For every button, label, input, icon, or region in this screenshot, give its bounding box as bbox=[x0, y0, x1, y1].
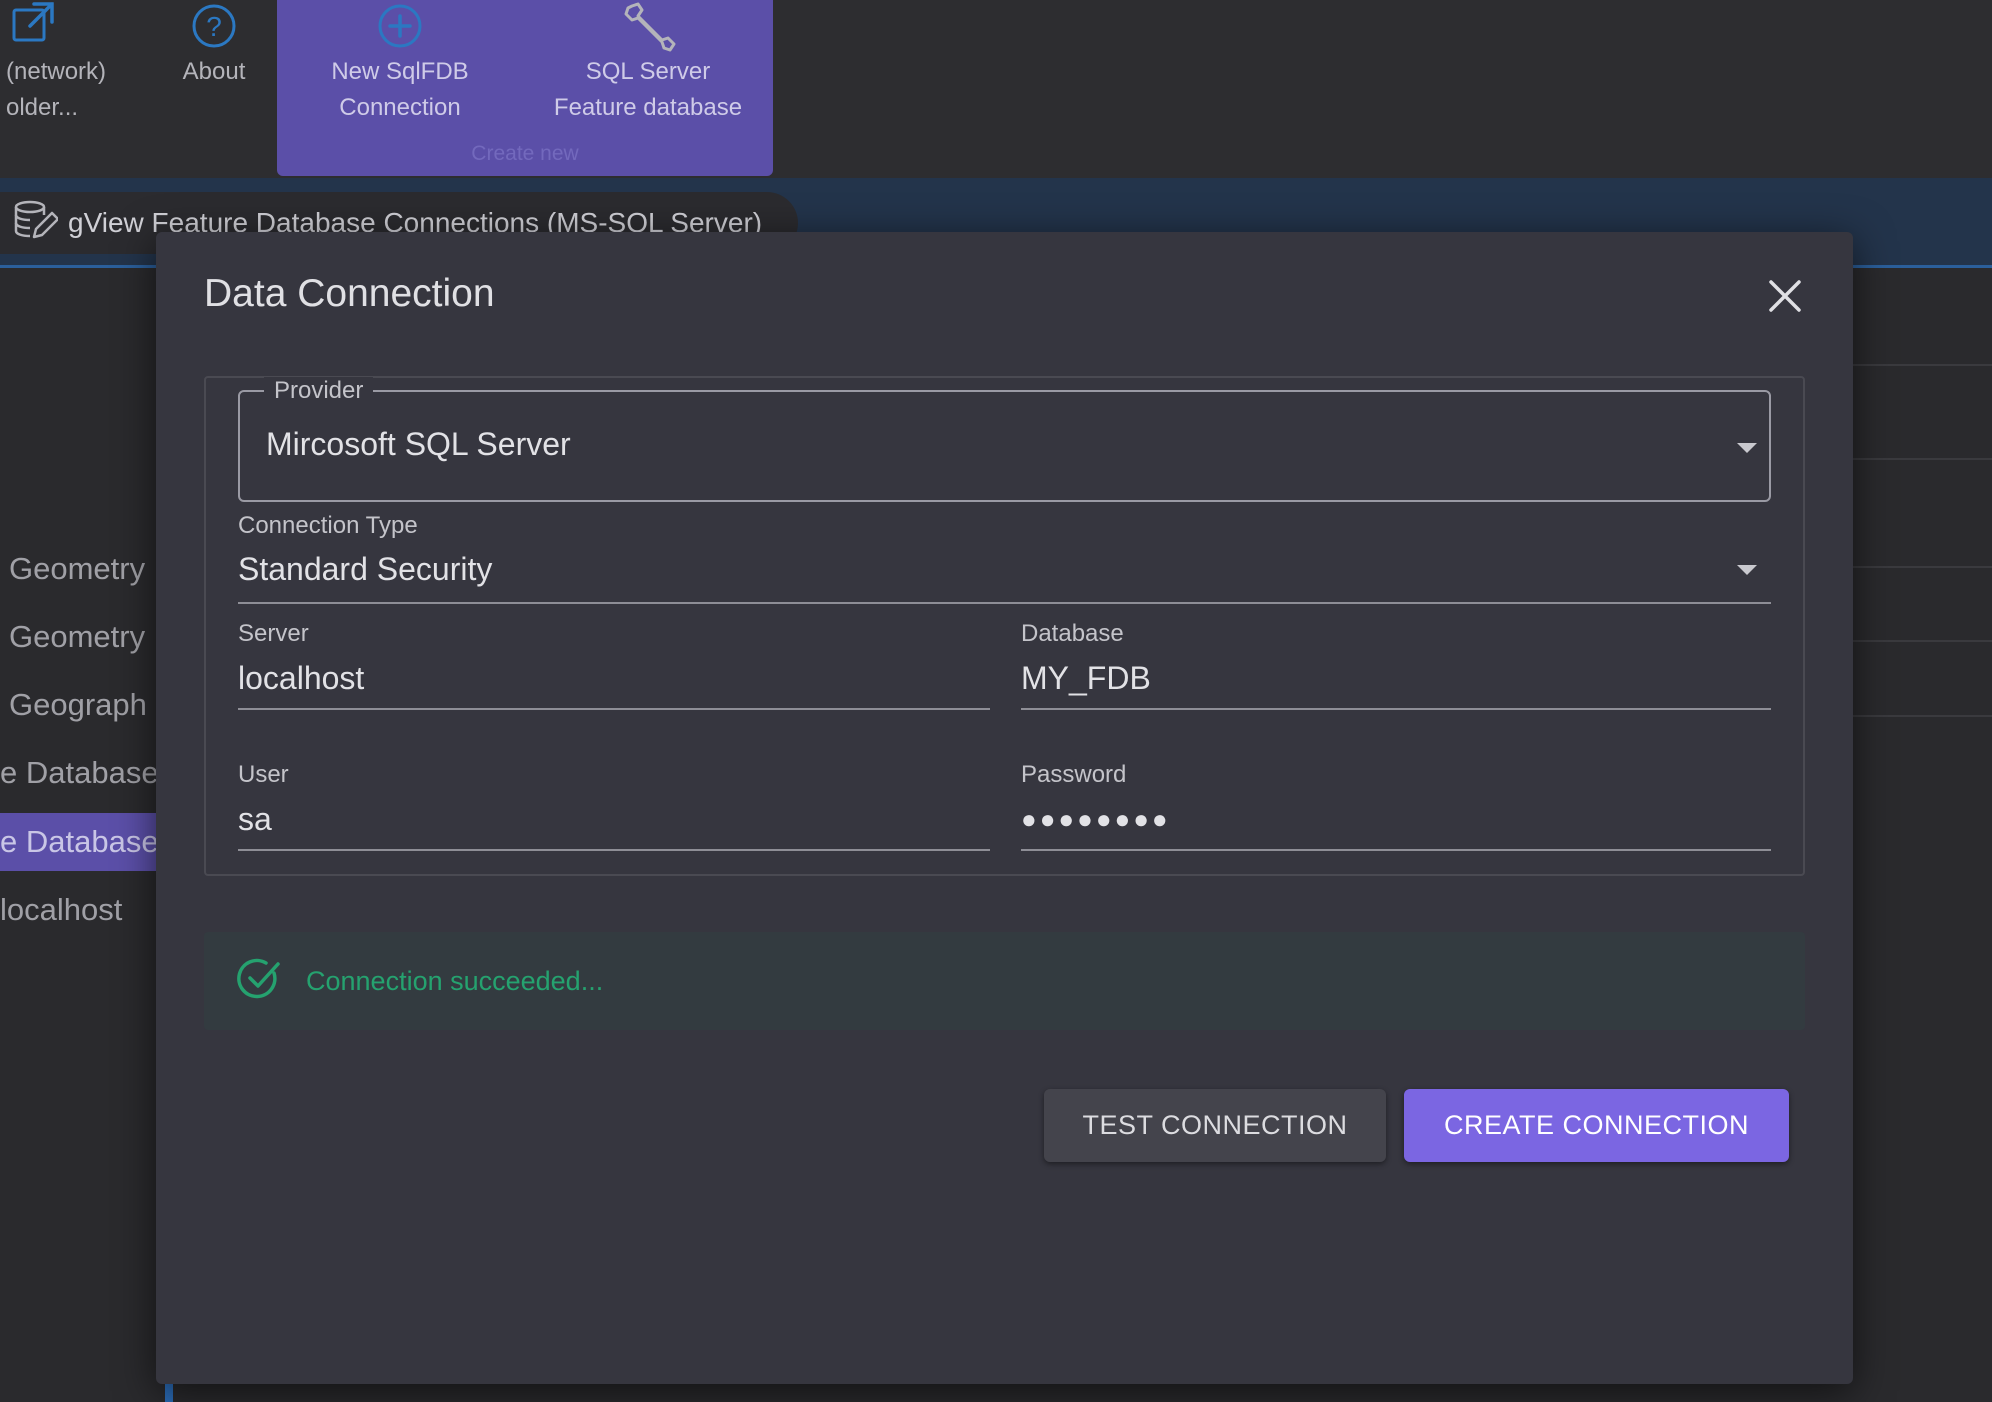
password-input[interactable] bbox=[1021, 795, 1771, 851]
connection-type-label: Connection Type bbox=[238, 512, 418, 539]
connection-type-text: Standard Security bbox=[238, 551, 493, 587]
tree-item[interactable]: e Database bbox=[0, 744, 160, 802]
test-connection-button[interactable]: TEST CONNECTION bbox=[1044, 1089, 1386, 1162]
user-label: User bbox=[238, 761, 289, 788]
tree-item[interactable]: localhost bbox=[0, 881, 160, 939]
database-label: Database bbox=[1021, 620, 1124, 647]
database-input[interactable] bbox=[1021, 654, 1771, 710]
tree-item[interactable]: Geometry bbox=[0, 608, 160, 666]
tool-label: (network) older... bbox=[6, 58, 107, 121]
server-field: Server bbox=[238, 620, 990, 710]
help-circle-icon: ? bbox=[164, 0, 264, 54]
plus-circle-icon bbox=[310, 0, 490, 54]
scroll-indicator bbox=[165, 1384, 173, 1402]
tree-item[interactable]: Geometry bbox=[0, 540, 160, 598]
provider-label: Provider bbox=[264, 377, 374, 405]
data-connection-dialog: Data Connection Provider Mircosoft SQL S… bbox=[156, 232, 1853, 1384]
new-sqlfdb-connection-button[interactable]: New SqlFDB Connection bbox=[310, 0, 490, 140]
user-field: User bbox=[238, 761, 990, 851]
connection-type-value: Standard Security bbox=[238, 546, 1771, 604]
tool-label: SQL Server Feature database bbox=[553, 58, 743, 121]
server-label: Server bbox=[238, 620, 309, 647]
connection-status-alert: Connection succeeded... bbox=[204, 932, 1805, 1030]
status-message: Connection succeeded... bbox=[306, 965, 604, 996]
create-connection-button[interactable]: CREATE CONNECTION bbox=[1404, 1089, 1789, 1162]
tree-item[interactable]: Geograph bbox=[0, 676, 160, 734]
chevron-down-icon bbox=[1737, 443, 1757, 453]
user-input[interactable] bbox=[238, 795, 990, 851]
svg-text:?: ? bbox=[206, 11, 222, 42]
ribbon-group-label: Create new bbox=[471, 142, 579, 165]
external-link-icon bbox=[0, 0, 122, 54]
connection-type-select[interactable]: Connection Type Standard Security bbox=[238, 512, 1771, 604]
toolbar: (network) older... ? About Create new Ne… bbox=[0, 0, 1992, 178]
sql-server-feature-database-button[interactable]: SQL Server Feature database bbox=[538, 0, 758, 140]
password-label: Password bbox=[1021, 761, 1127, 788]
database-field: Database bbox=[1021, 620, 1771, 710]
tool-label: New SqlFDB Connection bbox=[331, 58, 469, 121]
wrench-icon bbox=[538, 0, 758, 54]
open-network-folder-button[interactable]: (network) older... bbox=[0, 0, 122, 140]
close-icon[interactable] bbox=[1761, 272, 1809, 320]
tree-item-selected[interactable]: e Database bbox=[0, 813, 160, 871]
chevron-down-icon bbox=[1737, 565, 1757, 575]
tool-label: About bbox=[182, 58, 246, 85]
database-edit-icon bbox=[12, 197, 60, 250]
server-input[interactable] bbox=[238, 654, 990, 710]
password-field: Password bbox=[1021, 761, 1771, 851]
check-circle-icon bbox=[236, 956, 282, 1007]
provider-value: Mircosoft SQL Server bbox=[266, 426, 571, 462]
provider-select[interactable]: Provider Mircosoft SQL Server bbox=[238, 377, 1771, 502]
connection-fieldset: Provider Mircosoft SQL Server Connection… bbox=[204, 376, 1805, 876]
background-panel bbox=[1852, 268, 1992, 1402]
about-button[interactable]: ? About bbox=[164, 0, 264, 140]
dialog-title: Data Connection bbox=[204, 272, 495, 315]
